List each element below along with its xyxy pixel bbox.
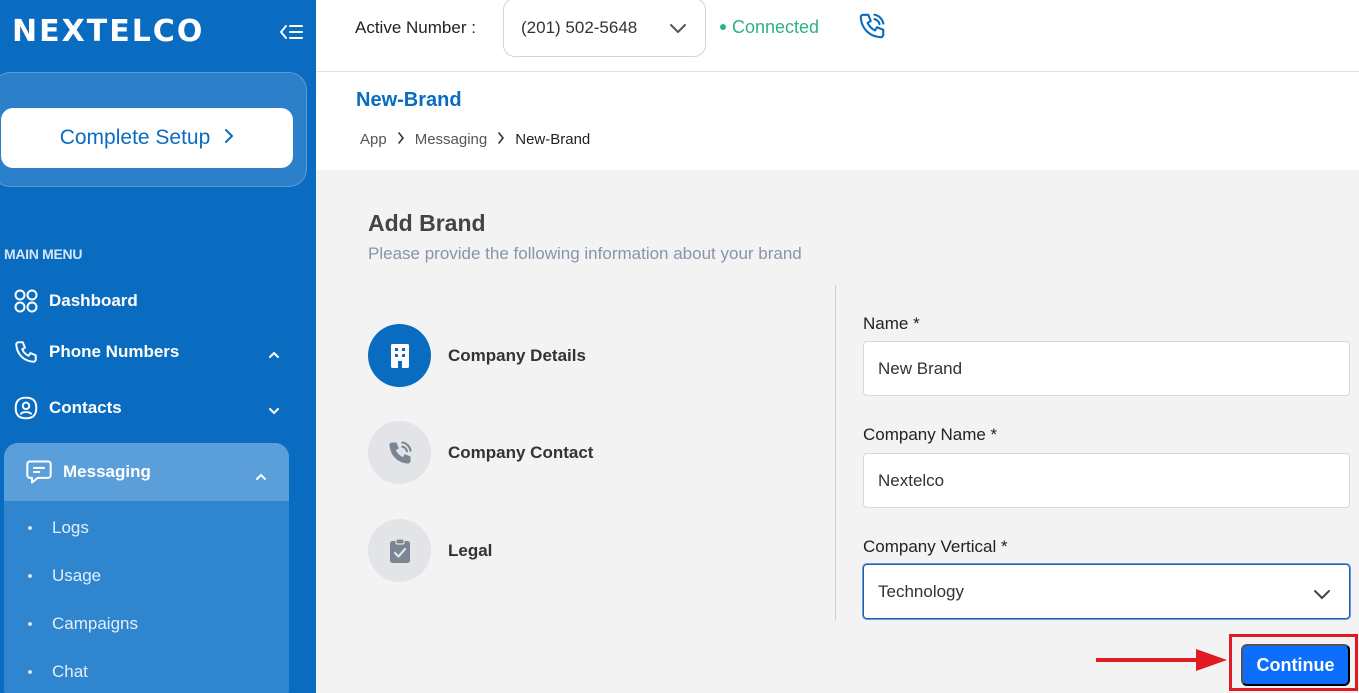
clipboard-check-icon [368,519,431,582]
company-vertical-value: Technology [878,581,965,601]
step-company-details[interactable]: Company Details [368,324,586,387]
chat-icon [24,457,54,487]
sidebar-item-label: Contacts [49,398,122,417]
collapse-sidebar-icon[interactable] [278,20,304,44]
chevron-right-icon [497,131,505,148]
building-icon [368,324,431,387]
messaging-panel: Messaging Logs Usage Campaigns Chat [4,443,289,693]
company-vertical-select[interactable]: Technology [863,564,1350,619]
name-label: Name * [863,314,920,333]
step-company-contact[interactable]: Company Contact [368,421,593,484]
breadcrumb-messaging[interactable]: Messaging [415,131,488,148]
step-legal[interactable]: Legal [368,519,492,582]
active-number-value: (201) 502-5648 [521,17,638,37]
company-name-input[interactable]: Nextelco [863,453,1350,508]
breadcrumb: App Messaging New-Brand [360,131,590,148]
form-title: Add Brand [368,210,486,236]
active-number-select[interactable]: (201) 502-5648 [503,0,706,57]
divider [835,285,836,620]
main-menu-heading: MAIN MENU [4,246,83,262]
subitem-label: Usage [52,566,102,585]
subitem-label: Campaigns [52,614,138,633]
logo: NEXTELCO [12,14,205,49]
step-label: Legal [448,540,493,560]
status-dot [720,24,726,30]
phone-call-icon[interactable] [857,11,887,41]
chevron-right-icon [397,131,405,148]
company-name-label: Company Name * [863,425,998,444]
active-number-label: Active Number : [355,18,476,37]
sidebar-item-dashboard[interactable]: Dashboard [12,281,288,321]
sidebar-subitem-campaigns[interactable]: Campaigns [28,609,138,639]
sidebar-subitem-chat[interactable]: Chat [28,657,88,687]
sidebar-subitem-usage[interactable]: Usage [28,561,101,591]
sidebar-subitem-logs[interactable]: Logs [28,513,89,543]
step-label: Company Details [448,345,586,365]
breadcrumb-current: New-Brand [515,131,591,148]
connection-status: Connected [732,17,820,37]
breadcrumb-app[interactable]: App [360,131,387,148]
bullet-icon [28,670,32,674]
phone-icon [12,338,40,366]
company-vertical-label: Company Vertical * [863,537,1008,556]
chevron-down-icon [268,400,280,420]
sidebar-item-label: Phone Numbers [49,342,180,361]
messaging-label: Messaging [63,462,151,481]
complete-setup-label: Complete Setup [59,126,211,149]
page-title: New-Brand [356,89,462,111]
phone-call-icon [368,421,431,484]
sidebar-item-messaging[interactable]: Messaging [4,443,289,501]
bullet-icon [28,526,32,530]
chevron-up-icon [268,344,280,364]
chevron-down-icon [1313,585,1331,605]
complete-setup-button[interactable]: Complete Setup [1,108,293,168]
subitem-label: Chat [52,662,88,681]
grid-icon [12,287,40,315]
annotation-arrow [1096,647,1228,673]
contact-icon [12,394,40,422]
chevron-down-icon [669,19,687,39]
continue-button[interactable]: Continue [1241,644,1350,686]
top-bar: Active Number : (201) 502-5648 Connected [316,0,1359,72]
subitem-label: Logs [52,518,89,537]
sidebar: NEXTELCO Complete Setup MAIN MENU Dashbo… [0,0,316,693]
chevron-up-icon [255,466,267,486]
sidebar-item-phone-numbers[interactable]: Phone Numbers [12,332,288,372]
sidebar-item-label: Dashboard [49,291,138,310]
step-label: Company Contact [448,442,594,462]
bullet-icon [28,574,32,578]
chevron-right-icon [224,126,234,150]
bullet-icon [28,622,32,626]
sidebar-item-contacts[interactable]: Contacts [12,388,288,428]
form-subtitle: Please provide the following information… [368,244,802,263]
name-input[interactable]: New Brand [863,341,1350,396]
